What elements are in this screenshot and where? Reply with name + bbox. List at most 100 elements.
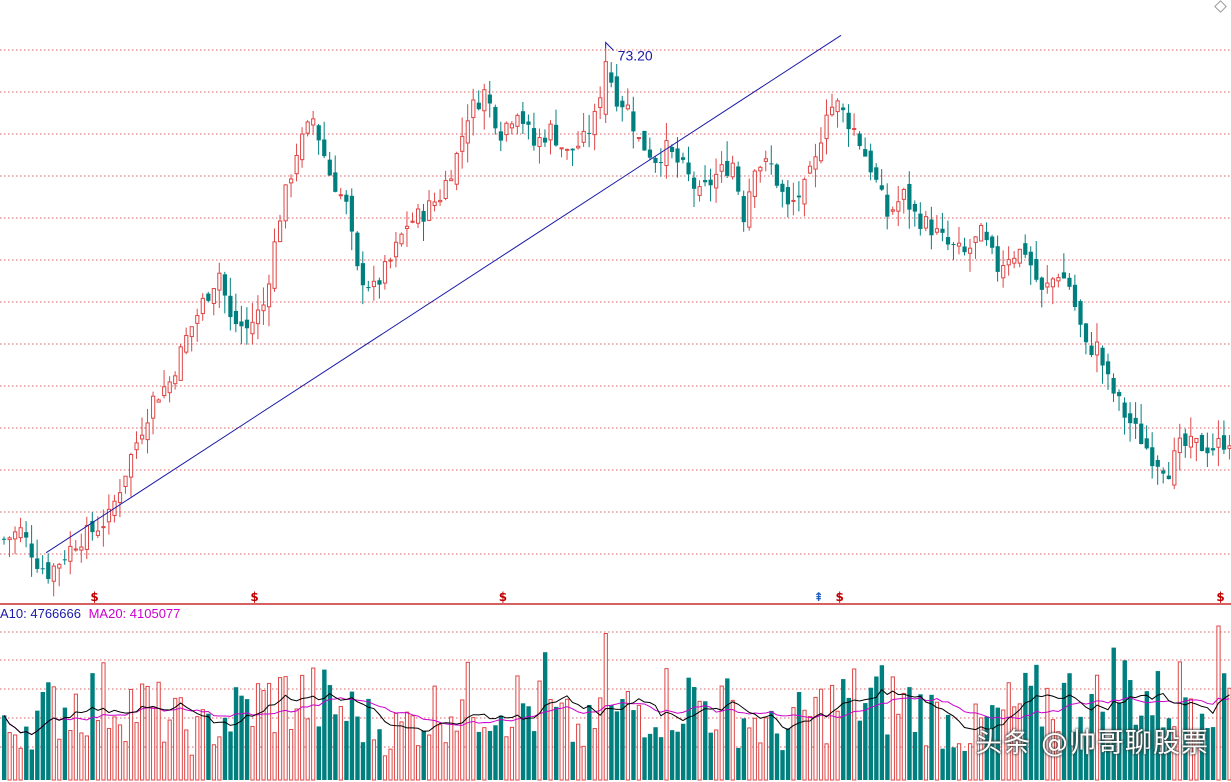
volume-bar [311,667,316,781]
candle [1034,240,1039,283]
candle [1006,246,1011,276]
candle [973,236,978,259]
candle [498,121,503,152]
candle [189,326,194,352]
candle [796,181,802,212]
candle [1139,404,1144,445]
candle [907,171,912,229]
volume-bar [300,674,305,781]
candle [460,117,465,169]
volume-bar [460,699,465,781]
candle [322,121,327,159]
volume-bar [896,713,901,781]
peak-value-label: 73.20 [618,48,653,64]
candle [653,156,658,173]
candle [962,237,967,256]
candle [228,277,233,331]
volume-bar [487,730,493,780]
volume-bar [371,739,377,781]
volume-bar [807,715,813,781]
volume-bar [658,737,664,780]
candle [493,104,498,135]
volume-bar [344,720,349,780]
volume-bar [576,723,581,781]
candle [316,123,321,155]
candle [951,242,956,261]
candle [697,180,702,202]
candle [278,214,283,243]
candle [443,170,448,201]
volume-bar [443,742,448,781]
volume-bar [609,705,614,780]
candle [217,262,222,309]
volume-bar [73,693,78,781]
candle [200,293,205,321]
candle [244,307,250,345]
candle [923,210,929,232]
candle [1210,433,1216,456]
signal-marker: $ [90,590,98,604]
volume-ma-legend: A10: 4766666 MA20: 4105077 [0,606,184,621]
volume-bar [912,732,918,780]
candle [509,121,515,135]
candle [863,137,868,157]
volume-bar [515,675,520,781]
volume-bar [642,737,647,780]
candle [769,145,774,175]
candle [885,183,890,230]
volume-bar [791,707,796,781]
volume-bar [592,728,597,781]
stock-chart: 73.20 $ $ $ ⇞ $ $ [0,34,1231,781]
candle [233,293,239,333]
volume-bar [13,734,18,781]
candle [758,165,763,183]
volume-bar [382,755,388,781]
candle [73,540,78,552]
volume-bar [167,719,172,781]
volume-bar [945,714,951,780]
volume-bar [752,717,757,781]
candle [18,517,23,543]
volume-bar [680,723,686,780]
ma10-label: A10: 4766666 [0,606,81,621]
volume-bar [818,688,824,781]
volume-bar [554,706,559,780]
candle [1144,425,1149,450]
volume-bar [653,727,658,780]
volume-bar [934,701,940,781]
candle [1094,323,1100,373]
volume-bar [416,745,421,781]
volume-bar [173,697,178,781]
volume-bar [509,726,515,781]
trendline-line [45,34,842,554]
price-grid [0,49,1231,555]
volume-bar [636,704,641,781]
candle [90,512,95,541]
volume-bar [7,732,12,781]
volume-bar [68,729,73,781]
candle [471,88,476,136]
volume-bar [565,698,570,781]
candle [984,222,989,246]
candle [410,212,415,224]
volume-bar [432,685,437,781]
volume-bar [763,717,768,781]
volume-bar [476,731,482,780]
candle [741,190,746,232]
volume-bar [305,718,310,781]
candle [366,280,371,292]
volume-bar [587,704,592,780]
candle [1100,345,1105,384]
candle [338,187,343,200]
volume-bar [813,696,818,781]
candle [1128,402,1133,442]
candlestick-series [2,48,1231,597]
candle [311,110,316,136]
volume-bar [283,676,288,781]
candle [1221,420,1227,455]
volume-bar [465,661,470,781]
volume-bar [266,682,272,781]
candle [1001,250,1006,288]
candle [1078,299,1083,338]
signal-marker: $ [499,590,507,604]
